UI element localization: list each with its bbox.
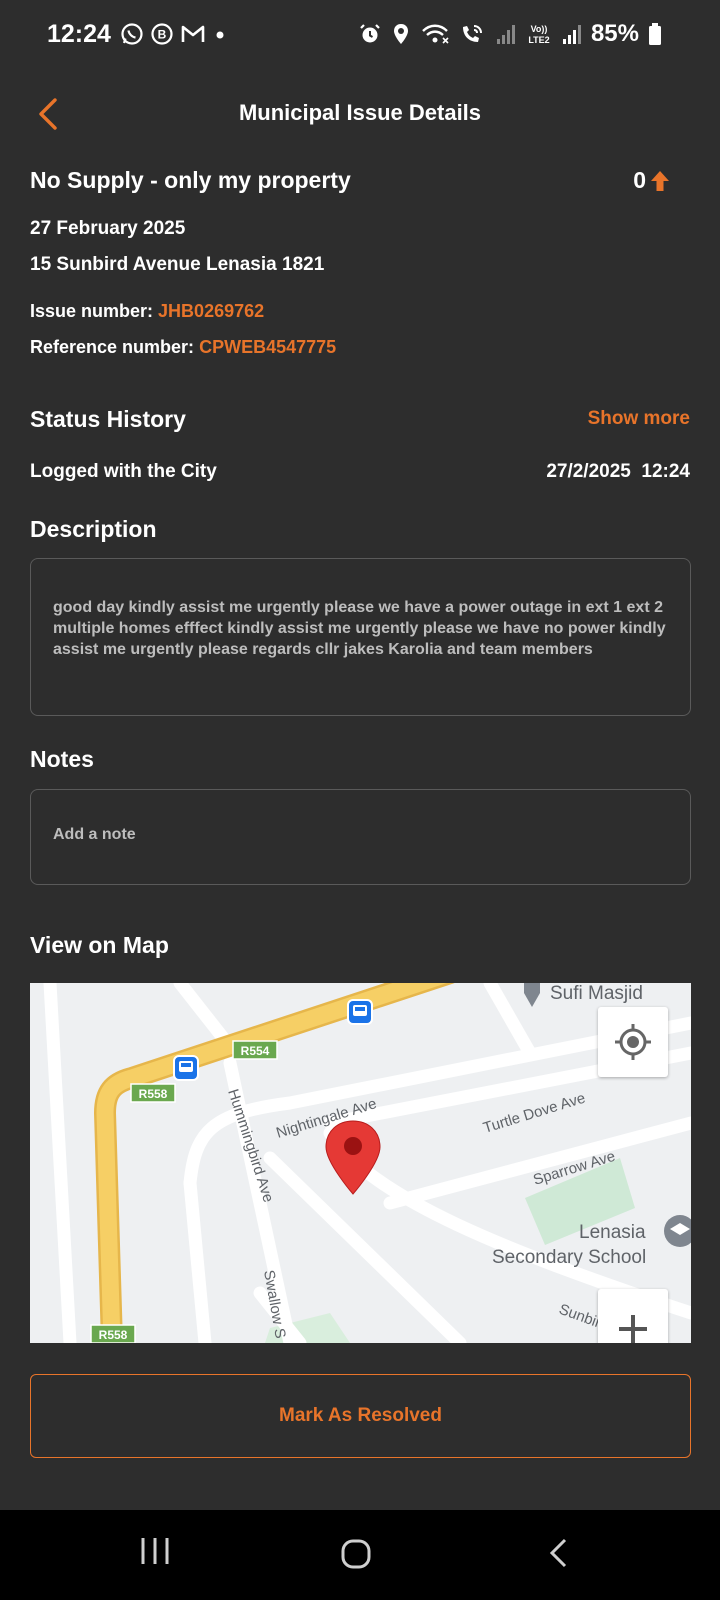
svg-text:B: B — [158, 28, 167, 42]
reference-number-row: Reference number: CPWEB4547775 — [30, 337, 336, 358]
system-nav-bar — [0, 1510, 720, 1600]
battery-level: 85% — [590, 20, 639, 47]
page-title: Municipal Issue Details — [238, 100, 482, 125]
signal-icon — [496, 25, 515, 44]
reference-number-label: Reference number: — [30, 337, 195, 357]
issue-number-row: Issue number: JHB0269762 — [30, 301, 264, 322]
mark-as-resolved-button[interactable]: Mark As Resolved — [30, 1374, 691, 1458]
map-canvas: R554 R558 R558 Sufi Masjid Lenasia Secon… — [30, 983, 691, 1343]
map-label-sufi-masjid: Sufi Masjid — [550, 983, 643, 1004]
description-text: good day kindly assist me urgently pleas… — [53, 599, 666, 658]
map-view[interactable]: R554 R558 R558 Sufi Masjid Lenasia Secon… — [30, 983, 691, 1343]
map-label-r554: R554 — [241, 1044, 270, 1058]
svg-text:Vo)): Vo)) — [531, 24, 548, 34]
map-label-lenasia: Lenasia — [579, 1222, 646, 1243]
wifi-icon — [422, 24, 449, 44]
svg-text:LTE2: LTE2 — [528, 35, 549, 45]
add-note-field[interactable]: Add a note — [30, 789, 691, 885]
map-label-r558-bottom: R558 — [99, 1328, 128, 1342]
status-history-title: Status History — [30, 406, 186, 432]
status-time: 12:24 — [47, 20, 111, 48]
notification-icons: B — [120, 22, 228, 46]
location-icon — [393, 24, 408, 44]
dot-icon — [216, 31, 224, 39]
crosshair-icon — [615, 1024, 651, 1060]
description-title: Description — [30, 516, 157, 542]
my-location-button[interactable] — [598, 1007, 668, 1077]
zoom-in-button[interactable] — [598, 1289, 668, 1343]
volte-icon: Vo))LTE2 — [528, 24, 549, 45]
bus-stop-icon — [173, 1055, 199, 1081]
issue-number-value: JHB0269762 — [158, 301, 265, 321]
issue-title: No Supply - only my property — [30, 167, 351, 193]
wifi-call-icon — [462, 25, 482, 42]
alarm-icon — [360, 24, 380, 43]
map-label-secondary-school: Secondary School — [492, 1247, 646, 1268]
bus-stop-icon — [347, 999, 373, 1025]
signal-icon — [562, 25, 581, 44]
status-entry-timestamp: 27/2/2025 12:24 — [546, 461, 690, 482]
reference-number-value: CPWEB4547775 — [199, 337, 337, 357]
issue-address: 15 Sunbird Avenue Lenasia 1821 — [30, 254, 325, 275]
recents-icon[interactable] — [140, 1536, 170, 1566]
nav-back-icon[interactable] — [547, 1537, 569, 1569]
upvote-button[interactable]: 0 — [633, 167, 670, 194]
show-more-link[interactable]: Show more — [588, 408, 690, 430]
gmail-icon — [181, 25, 205, 42]
home-icon[interactable] — [340, 1538, 372, 1570]
whatsapp-icon — [121, 23, 143, 45]
map-label-r558-top: R558 — [139, 1087, 168, 1101]
map-title: View on Map — [30, 932, 169, 958]
issue-date: 27 February 2025 — [30, 218, 186, 239]
description-box: good day kindly assist me urgently pleas… — [30, 558, 691, 716]
b-badge-icon: B — [151, 23, 173, 45]
status-bar: 12:24 B Vo)) LTE2 85% — [0, 0, 720, 74]
arrow-up-icon — [651, 170, 669, 191]
notes-title: Notes — [30, 746, 94, 772]
vote-count: 0 — [633, 167, 646, 193]
plus-icon — [619, 1315, 647, 1343]
battery-icon — [649, 23, 661, 45]
system-status-icons: Vo)) LTE2 85% — [358, 20, 662, 48]
status-entry-label: Logged with the City — [30, 461, 217, 482]
issue-number-label: Issue number: — [30, 301, 154, 321]
